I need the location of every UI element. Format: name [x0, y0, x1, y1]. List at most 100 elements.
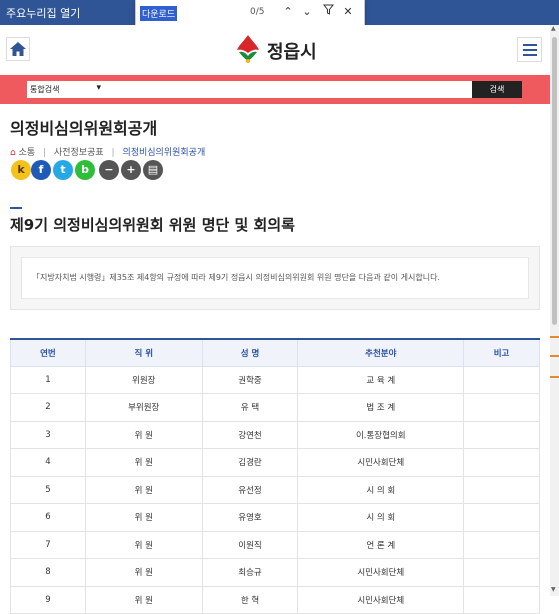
table-cell: 위 원 [84, 448, 203, 477]
breadcrumb-item[interactable]: 소통 [19, 148, 36, 158]
table-cell: 시 의 회 [297, 503, 465, 532]
kakaostory-icon[interactable]: k [11, 160, 31, 180]
home-icon[interactable]: ⌂ [10, 148, 16, 158]
table-cell [463, 475, 540, 504]
search-input[interactable] [105, 81, 472, 98]
table-cell: 시민사회단체 [297, 448, 465, 477]
scrollbar[interactable]: ▲ ▼ [550, 25, 559, 596]
chevron-down-icon: ▾ [96, 83, 101, 93]
column-header: 추천분야 [297, 338, 465, 367]
site-header: 정읍시 [0, 25, 550, 75]
home-button[interactable] [6, 37, 30, 61]
find-match-marker [550, 336, 559, 338]
table-cell [463, 558, 540, 587]
notice-box: 「지방자치법 시행령」제35조 제4항의 규정에 따라 제9기 정읍시 의정비심… [10, 246, 540, 310]
chevron-up-icon[interactable]: ⌃ [279, 3, 297, 21]
hamburger-menu-icon [523, 44, 537, 46]
table-cell [463, 393, 540, 422]
table-cell: 부위원장 [84, 393, 203, 422]
table-cell: 위 원 [84, 420, 203, 449]
breadcrumb-item[interactable]: 사전정보공표 [54, 148, 104, 158]
table-cell: 유 택 [201, 393, 299, 422]
close-icon[interactable]: ✕ [339, 3, 357, 21]
table-cell: 4 [10, 448, 86, 477]
table-row: 9위 원한 혁 시민사회단체 [10, 585, 540, 614]
search-scope-value: 통합검색 [30, 85, 60, 94]
table-cell: 위원장 [84, 365, 203, 394]
table-cell: 8 [10, 558, 86, 587]
band-icon[interactable]: b [75, 160, 95, 180]
column-header: 직 위 [84, 338, 203, 367]
table-cell: 위 원 [84, 475, 203, 504]
logo-emblem-icon [237, 35, 259, 63]
table-cell: 위 원 [84, 558, 203, 587]
members-table: 연번 직 위 성 명 추천분야 비고 1 위원장 권학중 교 육 계 2 부위원장 유 택법… [10, 338, 540, 614]
page-title: 의정비심의위원회공개 [10, 119, 158, 138]
breadcrumb: ⌂ 소통 | 사전정보공표 | 의정비심의위원회공개 [10, 148, 206, 158]
table-cell: 이.통장협의회 [297, 420, 465, 449]
table-row: 5위 원 유선정 시 의 회 [10, 475, 540, 504]
column-header: 연번 [10, 338, 86, 367]
facebook-icon[interactable]: f [31, 160, 51, 180]
table-cell: 한 혁 [201, 585, 299, 614]
zoom-in-icon[interactable]: + [121, 160, 141, 180]
table-cell: 권학중 [201, 365, 299, 394]
table-row: 7위 원 이원직 언 론 계 [10, 530, 540, 559]
zoom-out-icon[interactable]: − [99, 160, 119, 180]
favorites-link[interactable]: 주요누리집 열기 [6, 5, 80, 21]
table-cell [463, 448, 540, 477]
table-cell [463, 420, 540, 449]
filter-icon[interactable] [319, 3, 337, 21]
search-button[interactable]: 검색 [472, 81, 522, 98]
section-title: 제9기 의정비심의위원회 위원 명단 및 회의록 [10, 216, 295, 234]
find-bar: 다운로드 0/5 ⌃ ⌄ ✕ [135, 0, 365, 26]
scroll-down-icon[interactable]: ▼ [551, 586, 556, 593]
table-cell: 9 [10, 585, 86, 614]
table-cell: 시민사회단체 [297, 558, 465, 587]
table-cell: 위 원 [84, 503, 203, 532]
table-cell: 7 [10, 530, 86, 559]
site-logo[interactable]: 정읍시 [233, 33, 317, 65]
find-match-marker [550, 355, 559, 357]
table-cell: 최승규 [201, 558, 299, 587]
menu-button[interactable] [517, 37, 542, 62]
chevron-down-icon[interactable]: ⌄ [298, 3, 316, 21]
twitter-icon[interactable]: t [53, 160, 73, 180]
scroll-up-icon[interactable]: ▲ [551, 25, 556, 32]
find-input[interactable]: 다운로드 [140, 6, 178, 21]
table-cell [463, 365, 540, 394]
section-divider [10, 207, 22, 209]
table-cell: 언 론 계 [297, 530, 465, 559]
table-cell: 유영호 [201, 503, 299, 532]
table-row: 1 위원장 권학중 교 육 계 [10, 365, 540, 394]
scroll-thumb[interactable] [552, 37, 557, 325]
table-cell: 5 [10, 475, 86, 504]
table-row: 6위 원 유영호 시 의 회 [10, 503, 540, 532]
table-cell [463, 585, 540, 614]
table-cell: 시 의 회 [297, 475, 465, 504]
table-cell: 3 [10, 420, 86, 449]
table-cell: 이원직 [201, 530, 299, 559]
table-cell: 강연천 [201, 420, 299, 449]
notice-text: 「지방자치법 시행령」제35조 제4항의 규정에 따라 제9기 정읍시 의정비심… [32, 273, 440, 282]
table-cell: 법 조 계 [297, 393, 465, 422]
breadcrumb-current[interactable]: 의정비심의위원회공개 [122, 148, 205, 158]
search-scope-select[interactable]: 통합검색 ▾ [27, 81, 105, 98]
table-cell: 1 [10, 365, 86, 394]
table-row: 3위 원 강연천 이.통장협의회 [10, 420, 540, 449]
table-header-row: 연번 직 위 성 명 추천분야 비고 [10, 338, 540, 367]
table-row: 4위 원 김경란 시민사회단체 [10, 448, 540, 477]
logo-text: 정읍시 [267, 42, 317, 63]
table-cell: 교 육 계 [297, 365, 465, 394]
table-row: 8위 원 최승규 시민사회단체 [10, 558, 540, 587]
table-cell: 위 원 [84, 530, 203, 559]
print-icon[interactable]: ▤ [143, 160, 163, 180]
table-cell: 유선정 [201, 475, 299, 504]
table-cell: 6 [10, 503, 86, 532]
table-cell: 김경란 [201, 448, 299, 477]
table-row: 2 부위원장 유 택법 조 계 [10, 393, 540, 422]
search-bar: 통합검색 ▾ 검색 [0, 75, 550, 104]
table-cell: 2 [10, 393, 86, 422]
table-cell: 시민사회단체 [297, 585, 465, 614]
find-match-count: 0/5 [250, 7, 265, 17]
